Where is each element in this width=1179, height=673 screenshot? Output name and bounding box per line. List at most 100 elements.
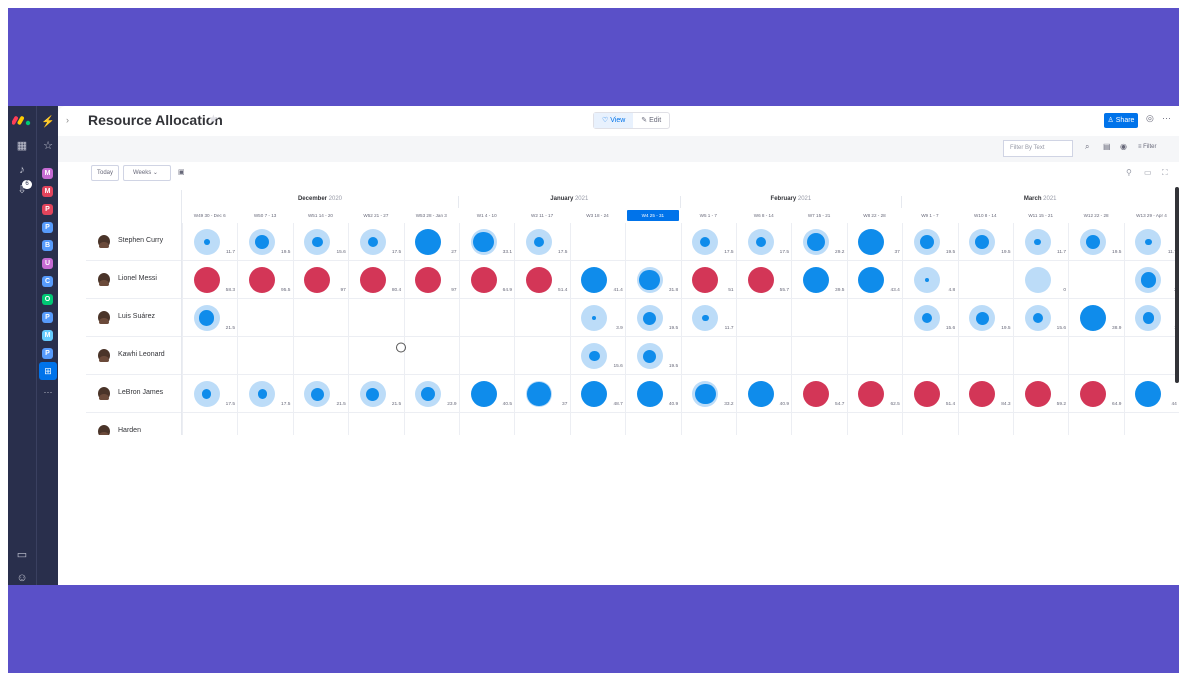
week-header[interactable]: W50 7 - 13 (239, 210, 290, 221)
week-header[interactable]: W7 15 - 21 (793, 210, 844, 221)
workspace-icon[interactable]: C (42, 276, 53, 287)
allocation-cell[interactable]: 37 (847, 223, 902, 261)
workspace-icon[interactable]: P (42, 312, 53, 323)
allocation-cell[interactable]: 11.7 (182, 223, 237, 261)
week-header[interactable]: W9 1 - 7 (904, 210, 955, 221)
allocation-cell[interactable]: 29.2 (791, 223, 846, 261)
allocation-cell[interactable]: 39.5 (791, 261, 846, 299)
allocation-cell[interactable]: 33.1 (459, 223, 514, 261)
weeks-dropdown[interactable]: Weeks ⌄ (123, 165, 171, 181)
person-cell[interactable]: Harden (86, 413, 182, 435)
allocation-cell[interactable]: 17.5 (736, 223, 791, 261)
bell-icon[interactable]: ♪ (14, 162, 30, 178)
allocation-cell[interactable]: 64.9 (1068, 375, 1123, 413)
allocation-bubble[interactable] (919, 234, 935, 250)
person-filter-icon[interactable]: ◉ (1120, 142, 1127, 151)
filter-button[interactable]: ≡ Filter (1138, 144, 1157, 150)
person-cell[interactable]: LeBron James (86, 375, 182, 413)
gift-icon[interactable]: ⊞ (39, 362, 57, 380)
allocation-bubble[interactable] (304, 267, 331, 293)
allocation-cell[interactable]: 97 (293, 261, 348, 299)
vertical-scrollbar[interactable] (1175, 187, 1179, 383)
allocation-cell[interactable]: 15.6 (293, 223, 348, 261)
view-button[interactable]: ♡ View (594, 113, 634, 128)
week-header[interactable]: W10 8 - 14 (960, 210, 1011, 221)
allocation-cell[interactable]: 17.5 (182, 375, 237, 413)
allocation-cell[interactable]: 59.2 (1013, 375, 1068, 413)
save-icon[interactable]: ▤ (1103, 142, 1111, 151)
allocation-cell[interactable]: 48.7 (570, 375, 625, 413)
allocation-bubble[interactable] (1142, 312, 1155, 324)
allocation-bubble[interactable] (193, 267, 220, 293)
allocation-cell[interactable]: 51.4 (514, 261, 569, 299)
week-header[interactable]: W6 8 - 14 (738, 210, 789, 221)
allocation-cell[interactable]: 38.9 (1068, 299, 1123, 337)
allocation-cell[interactable]: 19.5 (625, 299, 680, 337)
allocation-bubble[interactable] (1080, 305, 1107, 331)
allocation-cell[interactable]: 0 (1013, 261, 1068, 299)
allocation-bubble[interactable] (803, 267, 830, 293)
more-options-icon[interactable]: ··· (1162, 113, 1171, 123)
favorites-star-icon[interactable]: ☆ (40, 138, 56, 154)
person-cell[interactable]: Kawhi Leonard (86, 337, 182, 375)
allocation-cell[interactable]: 58.3 (182, 261, 237, 299)
allocation-cell[interactable]: 19.5 (1068, 223, 1123, 261)
allocation-cell[interactable]: 31.8 (625, 261, 680, 299)
monday-logo[interactable] (12, 112, 32, 126)
allocation-bubble[interactable] (858, 381, 885, 407)
calendar-icon[interactable]: ▭ (14, 547, 30, 563)
week-header[interactable]: W1 4 - 10 (461, 210, 512, 221)
allocation-cell[interactable]: 95.5 (237, 261, 292, 299)
allocation-bubble[interactable] (636, 381, 663, 407)
workspace-icon[interactable]: P (42, 222, 53, 233)
fullscreen-icon[interactable]: ⛶ (1162, 168, 1168, 178)
lightning-icon[interactable]: ⚡ (40, 114, 56, 130)
workspace-icon[interactable]: U (42, 258, 53, 269)
allocation-cell[interactable]: 40.9 (625, 375, 680, 413)
allocation-bubble[interactable] (527, 382, 551, 406)
allocation-bubble[interactable] (1034, 238, 1041, 246)
filter-by-text-input[interactable]: Filter By Text (1003, 140, 1073, 157)
allocation-cell[interactable]: 51 (681, 261, 736, 299)
allocation-cell[interactable]: 4.8 (902, 261, 957, 299)
allocation-bubble[interactable] (1135, 381, 1162, 407)
allocation-bubble[interactable] (858, 229, 885, 255)
allocation-bubble[interactable] (202, 389, 212, 399)
allocation-cell[interactable]: 17.5 (514, 223, 569, 261)
allocation-bubble[interactable] (359, 267, 386, 293)
allocation-cell[interactable]: 40.5 (459, 375, 514, 413)
allocation-bubble[interactable] (692, 267, 719, 293)
week-header[interactable]: W4 25 - 31 (627, 210, 679, 221)
person-cell[interactable]: Lionel Messi (86, 261, 182, 299)
allocation-cell[interactable]: 11.7 (1124, 223, 1179, 261)
allocation-bubble[interactable] (694, 383, 716, 405)
allocation-cell[interactable]: 41.4 (570, 261, 625, 299)
allocation-cell[interactable]: 2 (1124, 261, 1179, 299)
allocation-bubble[interactable] (755, 236, 766, 248)
workspace-icon[interactable]: O (42, 294, 53, 305)
allocation-cell[interactable]: 27 (404, 223, 459, 261)
allocation-bubble[interactable] (858, 267, 885, 293)
allocation-cell[interactable]: 40.9 (736, 375, 791, 413)
allocation-bubble[interactable] (310, 387, 324, 401)
allocation-cell[interactable]: 37 (514, 375, 569, 413)
expand-chevron-icon[interactable]: › (66, 115, 69, 125)
allocation-cell[interactable]: 33.2 (681, 375, 736, 413)
allocation-cell[interactable]: 19.5 (625, 337, 680, 375)
search-icon[interactable]: ⌕ (1085, 142, 1089, 152)
allocation-cell[interactable]: 21.5 (293, 375, 348, 413)
allocation-cell[interactable]: 15.6 (902, 299, 957, 337)
allocation-bubble[interactable] (1140, 272, 1157, 288)
allocation-bubble[interactable] (1024, 381, 1051, 407)
week-header[interactable]: W13 29 - Apr 4 (1126, 210, 1177, 221)
collapse-icon[interactable]: ▭ (1144, 168, 1152, 177)
allocation-bubble[interactable] (702, 314, 709, 322)
user-icon[interactable]: ☺ (14, 570, 30, 585)
allocation-cell[interactable]: 17.5 (237, 375, 292, 413)
allocation-cell[interactable]: 15.6 (1013, 299, 1068, 337)
allocation-cell[interactable]: 54.7 (791, 375, 846, 413)
allocation-cell[interactable]: 19.5 (958, 223, 1013, 261)
workspace-icon[interactable]: M (42, 186, 53, 197)
week-header[interactable]: W51 14 - 20 (295, 210, 346, 221)
more-icon[interactable]: ··· (40, 384, 56, 400)
